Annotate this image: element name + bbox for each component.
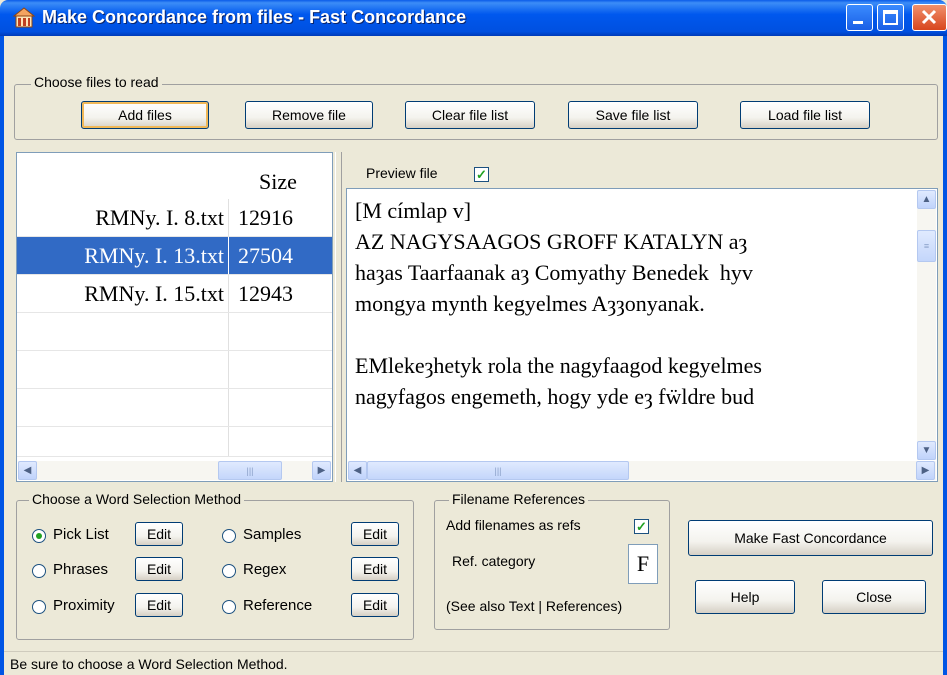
empty-row xyxy=(17,427,332,457)
choose-files-label: Choose files to read xyxy=(31,74,162,90)
file-row[interactable]: RMNy. I. 8.txt 12916 xyxy=(17,199,332,237)
file-name-cell: RMNy. I. 8.txt xyxy=(17,199,229,236)
regex-edit-button[interactable]: Edit xyxy=(351,557,399,581)
close-window-button[interactable] xyxy=(912,4,947,31)
file-row-selected[interactable]: RMNy. I. 13.txt 27504 xyxy=(17,237,332,275)
ref-category-label: Ref. category xyxy=(452,553,536,569)
file-name-cell: RMNy. I. 15.txt xyxy=(17,275,229,312)
hscroll-thumb[interactable]: ||| xyxy=(218,461,282,480)
empty-cell xyxy=(17,389,229,426)
scroll-right-icon[interactable]: ▶ xyxy=(312,461,331,480)
see-also-text: (See also Text | References) xyxy=(446,598,623,614)
proximity-label[interactable]: Proximity xyxy=(53,597,115,614)
file-size-cell: 27504 xyxy=(238,242,293,268)
window-left-border xyxy=(0,36,4,675)
preview-hscrollbar[interactable]: ◀ ||| ▶ xyxy=(348,461,936,480)
maximize-button[interactable] xyxy=(877,4,904,31)
filename-references-label: Filename References xyxy=(449,491,589,507)
preview-vscrollbar[interactable]: ▲ ≡ ▼ xyxy=(917,190,936,460)
reference-radio[interactable] xyxy=(222,600,236,614)
remove-file-button[interactable]: Remove file xyxy=(245,101,373,129)
file-row[interactable]: RMNy. I. 15.txt 12943 xyxy=(17,275,332,313)
samples-label[interactable]: Samples xyxy=(243,526,301,543)
title-bar[interactable]: Make Concordance from files - Fast Conco… xyxy=(0,0,947,36)
window-right-border xyxy=(943,36,947,675)
make-fast-concordance-button[interactable]: Make Fast Concordance xyxy=(688,520,933,556)
word-selection-label: Choose a Word Selection Method xyxy=(29,491,245,507)
file-size-cell: 12916 xyxy=(238,204,293,230)
phrases-edit-button[interactable]: Edit xyxy=(135,557,183,581)
scroll-up-icon[interactable]: ▲ xyxy=(917,190,936,209)
concordance-app-icon xyxy=(12,7,36,28)
pick-list-edit-button[interactable]: Edit xyxy=(135,522,183,546)
close-button[interactable]: Close xyxy=(822,580,926,614)
concordance-window: Make Concordance from files - Fast Conco… xyxy=(0,0,947,675)
scroll-down-icon[interactable]: ▼ xyxy=(917,441,936,460)
proximity-edit-button[interactable]: Edit xyxy=(135,593,183,617)
size-column-header[interactable]: Size xyxy=(229,163,329,201)
empty-cell xyxy=(17,427,229,456)
clear-file-list-button[interactable]: Clear file list xyxy=(405,101,535,129)
empty-cell xyxy=(17,351,229,388)
pick-list-label[interactable]: Pick List xyxy=(53,526,109,543)
preview-file-label: Preview file xyxy=(366,165,438,181)
preview-line xyxy=(355,319,762,350)
empty-cell xyxy=(17,313,229,350)
status-bar: Be sure to choose a Word Selection Metho… xyxy=(4,651,943,675)
close-icon xyxy=(921,9,937,25)
preview-pane[interactable]: [M címlap v] AZ NAGYSAAGOS GROFF KATALYN … xyxy=(346,188,938,482)
status-text: Be sure to choose a Word Selection Metho… xyxy=(10,655,288,672)
file-size-cell: 12943 xyxy=(238,280,293,306)
minimize-icon xyxy=(853,21,863,24)
file-name-cell: RMNy. I. 13.txt xyxy=(17,237,229,274)
preview-line: mongya mynth kegyelmes Aȝȝonyanak. xyxy=(355,291,705,316)
window-title: Make Concordance from files - Fast Conco… xyxy=(42,7,467,27)
regex-radio[interactable] xyxy=(222,564,236,578)
load-file-list-button[interactable]: Load file list xyxy=(740,101,870,129)
add-files-button[interactable]: Add files xyxy=(81,101,209,129)
preview-file-checkbox[interactable]: ✓ xyxy=(474,167,489,182)
vscroll-thumb[interactable]: ≡ xyxy=(917,230,936,262)
scroll-right-icon[interactable]: ▶ xyxy=(916,461,935,480)
pick-list-radio[interactable] xyxy=(32,529,46,543)
empty-row xyxy=(17,313,332,351)
maximize-icon xyxy=(883,10,898,25)
samples-edit-button[interactable]: Edit xyxy=(351,522,399,546)
reference-edit-button[interactable]: Edit xyxy=(351,593,399,617)
samples-radio[interactable] xyxy=(222,529,236,543)
phrases-radio[interactable] xyxy=(32,564,46,578)
preview-line: AZ NAGYSAAGOS GROFF KATALYN aȝ xyxy=(355,229,748,254)
help-button[interactable]: Help xyxy=(695,580,795,614)
file-list-hscrollbar[interactable]: ◀ ||| ▶ xyxy=(18,461,331,480)
phrases-label[interactable]: Phrases xyxy=(53,561,108,578)
preview-line: haȝas Taarfaanak aȝ Comyathy Benedek hyv xyxy=(355,260,753,285)
scroll-left-icon[interactable]: ◀ xyxy=(348,461,367,480)
ref-category-input[interactable]: F xyxy=(628,544,658,584)
preview-line: nagyfagos engemeth, hogy yde eȝ fẅldre b… xyxy=(355,384,755,409)
pane-splitter[interactable] xyxy=(335,152,342,482)
regex-label[interactable]: Regex xyxy=(243,561,286,578)
add-filenames-label: Add filenames as refs xyxy=(446,517,581,533)
empty-row xyxy=(17,351,332,389)
file-list[interactable]: Size RMNy. I. 8.txt 12916 RMNy. I. 13.tx… xyxy=(16,152,333,482)
add-filenames-checkbox[interactable]: ✓ xyxy=(634,519,649,534)
preview-text: [M címlap v] AZ NAGYSAAGOS GROFF KATALYN … xyxy=(355,195,762,412)
preview-line: EMlekeȝhetyk rola the nagyfaagod kegyelm… xyxy=(355,353,762,378)
minimize-button[interactable] xyxy=(846,4,873,31)
scroll-left-icon[interactable]: ◀ xyxy=(18,461,37,480)
empty-row xyxy=(17,389,332,427)
save-file-list-button[interactable]: Save file list xyxy=(568,101,698,129)
reference-label[interactable]: Reference xyxy=(243,597,312,614)
hscroll-thumb[interactable]: ||| xyxy=(367,461,629,480)
preview-line: [M címlap v] xyxy=(355,198,472,223)
proximity-radio[interactable] xyxy=(32,600,46,614)
